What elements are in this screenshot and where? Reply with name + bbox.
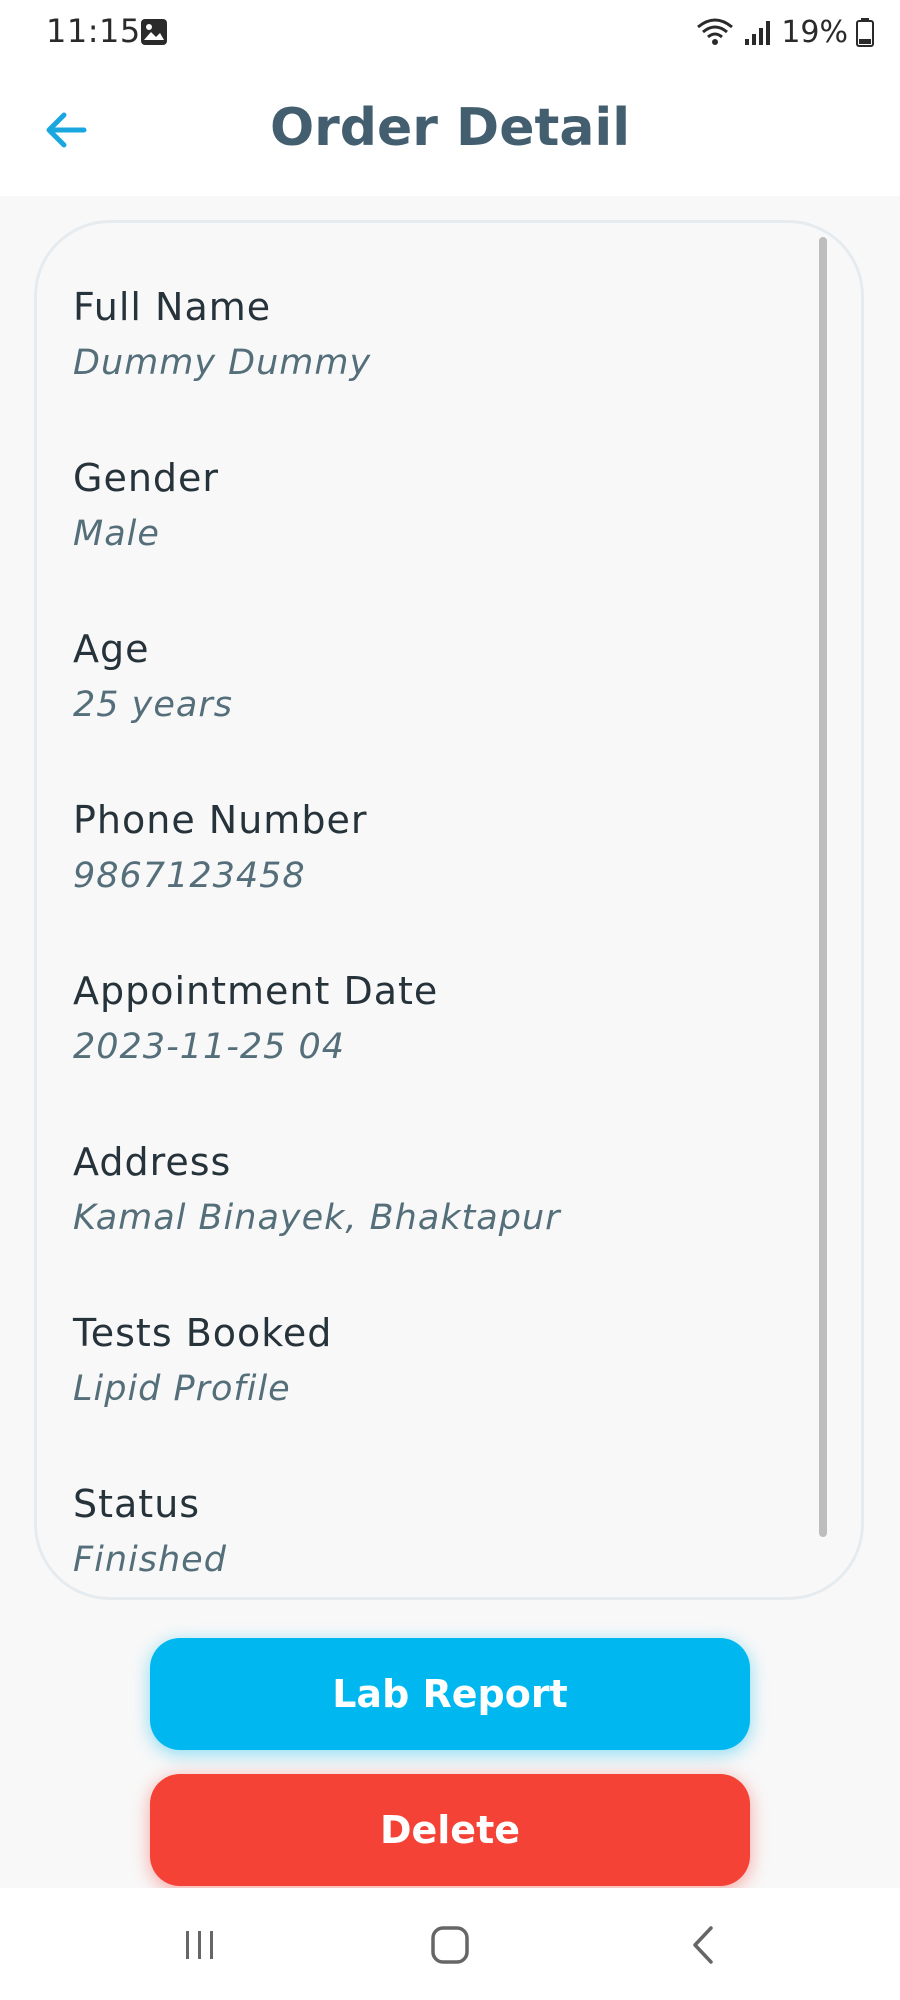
gender-label: Gender xyxy=(73,456,220,500)
status-label: Status xyxy=(73,1482,201,1526)
battery-icon xyxy=(856,18,874,47)
status-field: Status Finished xyxy=(73,1482,227,1582)
address-field: Address Kamal Binayek, Bhaktapur xyxy=(73,1140,561,1240)
phone-number-value: 9867123458 xyxy=(73,856,306,896)
system-back-button[interactable] xyxy=(664,1910,744,1980)
status-bar: 11:15 19% xyxy=(0,0,900,62)
home-button[interactable] xyxy=(410,1910,490,1980)
status-value: Finished xyxy=(73,1540,227,1580)
home-icon xyxy=(431,1926,469,1964)
appointment-date-value: 2023-11-25 04 xyxy=(73,1027,346,1067)
tests-booked-field: Tests Booked Lipid Profile xyxy=(73,1311,332,1411)
gallery-icon xyxy=(141,19,167,45)
status-time: 11:15 xyxy=(46,12,141,50)
lab-report-button[interactable]: Lab Report xyxy=(150,1638,750,1750)
phone-number-field: Phone Number 9867123458 xyxy=(73,798,367,898)
gender-value: Male xyxy=(73,514,160,554)
delete-button[interactable]: Delete xyxy=(150,1774,750,1886)
age-label: Age xyxy=(73,627,150,671)
full-name-field: Full Name Dummy Dummy xyxy=(73,285,371,385)
signal-icon xyxy=(745,21,771,45)
appointment-date-label: Appointment Date xyxy=(73,969,439,1013)
tests-booked-value: Lipid Profile xyxy=(73,1369,291,1409)
age-field: Age 25 years xyxy=(73,627,233,727)
card-scrollbar[interactable] xyxy=(819,237,827,1537)
phone-number-label: Phone Number xyxy=(73,798,368,842)
app-bar: Order Detail xyxy=(0,62,900,196)
page-title: Order Detail xyxy=(269,98,631,158)
back-icon xyxy=(693,1926,713,1964)
full-name-value: Dummy Dummy xyxy=(73,343,372,383)
address-value: Kamal Binayek, Bhaktapur xyxy=(73,1198,561,1238)
battery-percentage: 19% xyxy=(781,14,848,50)
full-name-label: Full Name xyxy=(73,285,272,329)
gender-field: Gender Male xyxy=(73,456,219,556)
age-value: 25 years xyxy=(73,685,233,725)
recent-apps-icon xyxy=(186,1931,213,1959)
tests-booked-label: Tests Booked xyxy=(73,1311,333,1355)
wifi-icon xyxy=(697,18,734,45)
address-label: Address xyxy=(73,1140,232,1184)
order-details-card[interactable]: Full Name Dummy Dummy Gender Male Age 25… xyxy=(34,220,864,1600)
system-navigation-bar xyxy=(0,1888,900,2000)
appointment-date-field: Appointment Date 2023-11-25 04 xyxy=(73,969,438,1069)
status-indicators: 19% xyxy=(695,12,874,52)
recent-apps-button[interactable] xyxy=(160,1910,240,1980)
